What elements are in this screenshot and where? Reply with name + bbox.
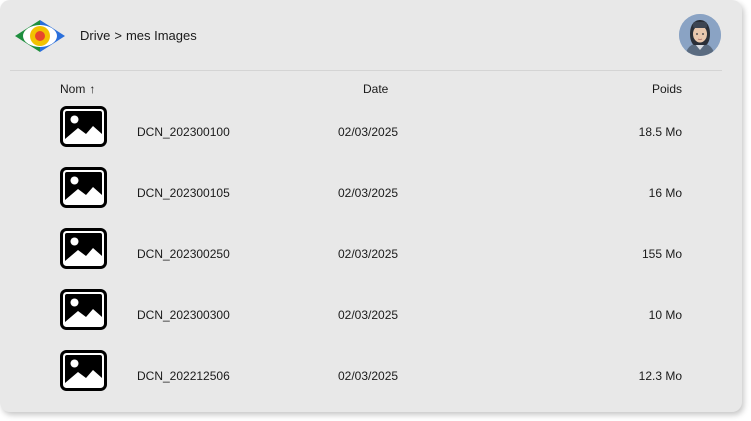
column-header-name-label: Nom (60, 82, 86, 96)
file-name: DCN_202300250 (137, 247, 230, 261)
avatar-illustration (679, 14, 721, 56)
file-date: 02/03/2025 (338, 369, 399, 383)
file-date: 02/03/2025 (338, 125, 399, 139)
file-row[interactable]: DCN_202300250 02/03/2025 155 Mo (0, 222, 742, 283)
file-row[interactable]: DCN_202300100 02/03/2025 18.5 Mo (0, 100, 742, 161)
breadcrumb-mes-images[interactable]: mes Images (126, 28, 197, 44)
file-date: 02/03/2025 (338, 247, 399, 261)
file-size: 12.3 Mo (638, 369, 682, 383)
file-size: 10 Mo (648, 308, 682, 322)
file-size: 18.5 Mo (638, 125, 682, 139)
file-browser-window: Drive > mes Images Nom ↑ Date Poids DCN_… (0, 0, 742, 412)
file-name: DCN_202300100 (137, 125, 230, 139)
file-size: 155 Mo (641, 247, 682, 261)
file-row[interactable]: DCN_202300105 02/03/2025 16 Mo (0, 161, 742, 222)
image-file-icon (60, 289, 107, 330)
column-header-name[interactable]: Nom ↑ (60, 82, 95, 96)
breadcrumb-separator: > (114, 28, 122, 43)
file-date: 02/03/2025 (338, 308, 399, 322)
user-avatar[interactable] (679, 14, 721, 56)
file-name: DCN_202300105 (137, 186, 230, 200)
sort-ascending-icon: ↑ (89, 82, 96, 96)
column-header-size[interactable]: Poids (652, 82, 682, 96)
file-name: DCN_202212506 (137, 369, 230, 383)
file-date: 02/03/2025 (338, 186, 399, 200)
file-row[interactable]: DCN_202300300 02/03/2025 10 Mo (0, 283, 742, 344)
column-header-date[interactable]: Date (363, 82, 388, 96)
image-file-icon (60, 106, 107, 147)
image-file-icon (60, 350, 107, 391)
file-row[interactable]: DCN_202212506 02/03/2025 12.3 Mo (0, 344, 742, 405)
eye-logo-icon[interactable] (13, 18, 67, 54)
header-divider (10, 70, 722, 71)
breadcrumb-drive[interactable]: Drive (80, 28, 110, 44)
header: Drive > mes Images (0, 0, 742, 71)
file-size: 16 Mo (648, 186, 682, 200)
image-file-icon (60, 167, 107, 208)
image-file-icon (60, 228, 107, 269)
breadcrumb: Drive > mes Images (80, 28, 197, 44)
file-name: DCN_202300300 (137, 308, 230, 322)
